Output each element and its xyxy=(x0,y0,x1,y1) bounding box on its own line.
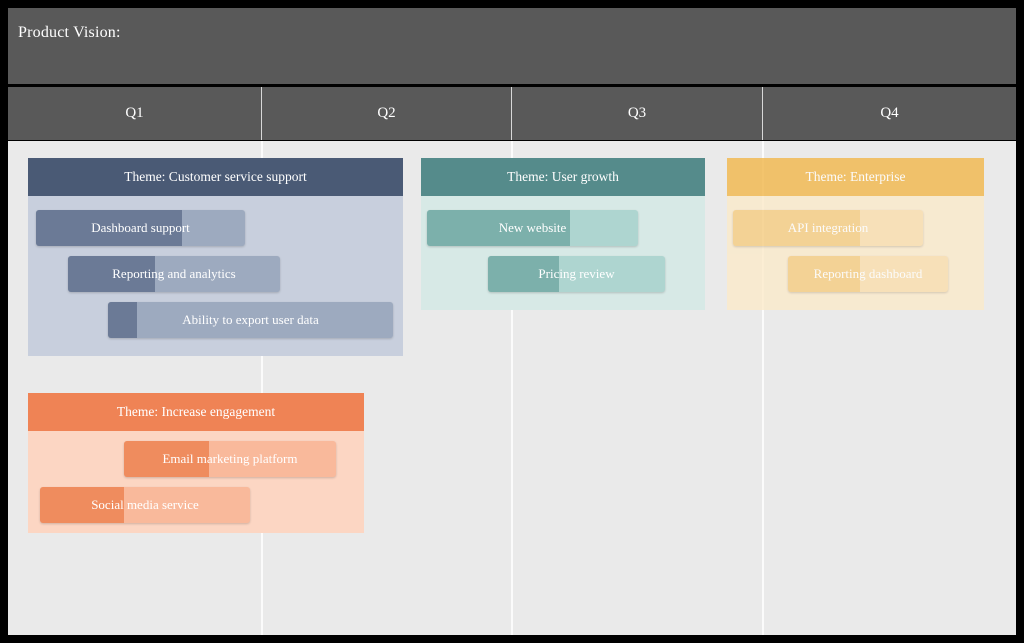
quarter-header-q4[interactable]: Q4 xyxy=(763,87,1016,140)
product-vision-label: Product Vision: xyxy=(18,24,121,41)
theme-card-body: API integration Reporting dashboard xyxy=(727,196,984,310)
quarter-label: Q1 xyxy=(125,105,144,121)
task-bar[interactable]: Social media service xyxy=(40,487,250,523)
theme-title: Theme: Customer service support xyxy=(124,169,307,184)
theme-card-header[interactable]: Theme: Enterprise xyxy=(727,158,984,196)
quarter-header-q3[interactable]: Q3 xyxy=(512,87,763,140)
task-label: Reporting and analytics xyxy=(112,266,236,281)
task-bar[interactable]: API integration xyxy=(733,210,923,246)
product-vision-band: Product Vision: xyxy=(8,8,1016,84)
quarter-label: Q2 xyxy=(377,105,396,121)
theme-title: Theme: Increase engagement xyxy=(116,404,276,419)
theme-card[interactable]: Theme: Increase engagement Email marketin… xyxy=(28,393,364,533)
theme-title: Theme: User growth xyxy=(507,169,619,184)
task-label: New website xyxy=(498,220,567,235)
theme-card[interactable]: Theme: Enterprise API integration Reportin… xyxy=(727,158,984,310)
task-label: Reporting dashboard xyxy=(813,266,923,281)
swimlane-area: Theme: Customer service support Dashboard… xyxy=(8,141,1016,635)
task-bar[interactable]: Dashboard support xyxy=(36,210,245,246)
quarter-header-row: Q1 Q2 Q3 Q4 xyxy=(8,87,1016,140)
task-bar[interactable]: New website xyxy=(427,210,638,246)
task-bar[interactable]: Pricing review xyxy=(488,256,665,292)
theme-card-body: Dashboard support Reporting and analytics… xyxy=(28,196,403,356)
task-bar[interactable]: Email marketing platform xyxy=(124,441,336,477)
quarter-header-q1[interactable]: Q1 xyxy=(8,87,262,140)
theme-card-body: New website Pricing review xyxy=(421,196,705,310)
theme-card-header[interactable]: Theme: Customer service support xyxy=(28,158,403,196)
theme-card-header[interactable]: Theme: Increase engagement xyxy=(28,393,364,431)
theme-card[interactable]: Theme: User growth New website Pricing rev… xyxy=(421,158,705,310)
task-label: Dashboard support xyxy=(91,220,190,235)
quarter-header-q2[interactable]: Q2 xyxy=(262,87,512,140)
quarter-label: Q4 xyxy=(880,105,899,121)
task-label: API integration xyxy=(787,220,869,235)
task-bar[interactable]: Reporting and analytics xyxy=(68,256,280,292)
theme-card[interactable]: Theme: Customer service support Dashboard… xyxy=(28,158,403,356)
theme-title: Theme: Enterprise xyxy=(805,169,906,184)
theme-card-body: Email marketing platform Social media ser… xyxy=(28,431,364,533)
task-label: Email marketing platform xyxy=(162,451,298,466)
theme-card-header[interactable]: Theme: User growth xyxy=(421,158,705,196)
task-label: Pricing review xyxy=(538,266,615,281)
task-bar[interactable]: Ability to export user data xyxy=(108,302,393,338)
quarter-label: Q3 xyxy=(627,105,647,121)
task-label: Ability to export user data xyxy=(182,312,319,327)
task-label: Social media service xyxy=(91,497,199,512)
roadmap-board: Product Vision: Q1 Q2 Q3 Q4 Theme: Customer… xyxy=(0,0,1024,643)
task-bar[interactable]: Reporting dashboard xyxy=(788,256,948,292)
